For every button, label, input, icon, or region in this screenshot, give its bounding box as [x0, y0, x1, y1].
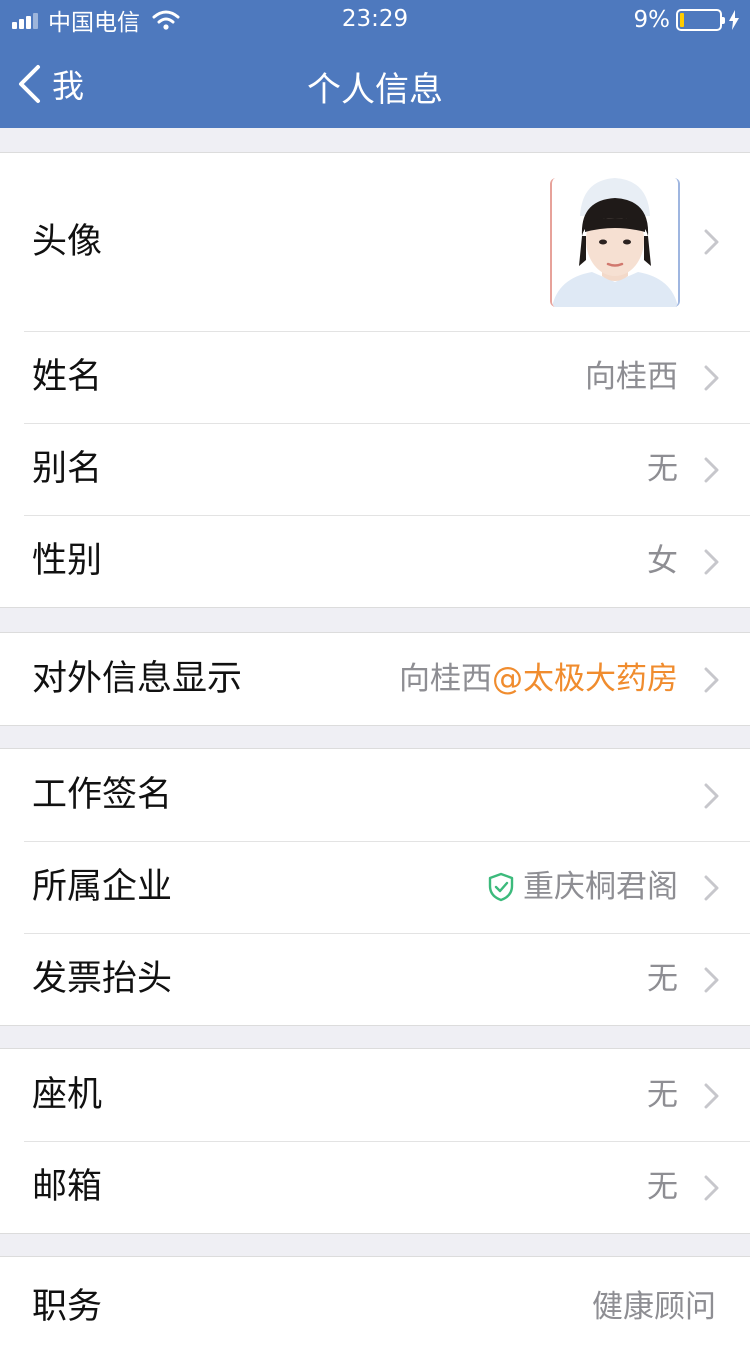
external-info-label: 对外信息显示	[32, 659, 243, 699]
name-row[interactable]: 姓名 向桂西	[0, 331, 750, 423]
work-group: 工作签名 所属企业 重庆桐君阁 发票抬头 无	[0, 748, 750, 1026]
job-title-label: 职务	[32, 1287, 103, 1327]
status-right: 9%	[634, 6, 741, 34]
job-title-value: 健康顾问	[592, 1289, 716, 1325]
gender-label: 性别	[32, 541, 103, 581]
external-info-row[interactable]: 对外信息显示 向桂西 @太极大药房	[0, 633, 750, 725]
battery-percent: 9%	[633, 7, 671, 33]
signature-label: 工作签名	[32, 775, 173, 815]
avatar-label: 头像	[32, 222, 103, 262]
external-info-value: 向桂西 @太极大药房	[399, 633, 678, 725]
invoice-value: 无	[647, 961, 678, 997]
nav-bar: 我 个人信息	[0, 40, 750, 128]
invoice-label: 发票抬头	[32, 959, 173, 999]
status-bar: 中国电信 23:29 9%	[0, 0, 750, 40]
company-value-wrap: 重庆桐君阁	[487, 841, 678, 933]
chevron-right-icon	[704, 1175, 719, 1201]
battery-cap	[722, 17, 725, 24]
email-label: 邮箱	[32, 1167, 103, 1207]
external-info-group: 对外信息显示 向桂西 @太极大药房	[0, 632, 750, 726]
chevron-right-icon	[704, 1083, 719, 1109]
battery-level-fill	[680, 13, 684, 27]
chevron-right-icon	[704, 457, 719, 483]
email-row[interactable]: 邮箱 无	[0, 1141, 750, 1233]
name-value: 向桂西	[585, 359, 678, 395]
company-value: 重庆桐君阁	[523, 869, 678, 905]
alias-value: 无	[647, 451, 678, 487]
email-value: 无	[647, 1169, 678, 1205]
avatar-row[interactable]: 头像	[0, 153, 750, 331]
invoice-row[interactable]: 发票抬头 无	[0, 933, 750, 1025]
alias-label: 别名	[32, 449, 103, 489]
company-label: 所属企业	[32, 867, 173, 907]
external-info-org: @太极大药房	[492, 661, 678, 697]
avatar-photo	[552, 178, 678, 307]
gender-row[interactable]: 性别 女	[0, 515, 750, 607]
company-row[interactable]: 所属企业 重庆桐君阁	[0, 841, 750, 933]
profile-group: 头像 姓名 向桂西 别名 无 性别 女	[0, 152, 750, 608]
name-label: 姓名	[32, 357, 103, 397]
verified-shield-icon	[488, 872, 514, 902]
job-group: 职务 健康顾问	[0, 1256, 750, 1356]
phone-row[interactable]: 座机 无	[0, 1049, 750, 1141]
chevron-right-icon	[704, 549, 719, 575]
chevron-right-icon	[704, 229, 719, 255]
battery-icon	[676, 9, 725, 31]
chevron-right-icon	[704, 875, 719, 901]
phone-value: 无	[647, 1077, 678, 1113]
chevron-right-icon	[704, 365, 719, 391]
job-title-row: 职务 健康顾问	[0, 1261, 750, 1353]
avatar[interactable]	[550, 178, 680, 307]
page-title: 个人信息	[307, 70, 443, 110]
chevron-right-icon	[704, 783, 719, 809]
chevron-right-icon	[704, 967, 719, 993]
chevron-right-icon	[704, 667, 719, 693]
alias-row[interactable]: 别名 无	[0, 423, 750, 515]
phone-label: 座机	[32, 1075, 103, 1115]
gender-value: 女	[647, 543, 678, 579]
charging-icon	[729, 10, 739, 30]
signature-row[interactable]: 工作签名	[0, 749, 750, 841]
external-info-name: 向桂西	[399, 661, 492, 697]
contact-group: 座机 无 邮箱 无	[0, 1048, 750, 1234]
